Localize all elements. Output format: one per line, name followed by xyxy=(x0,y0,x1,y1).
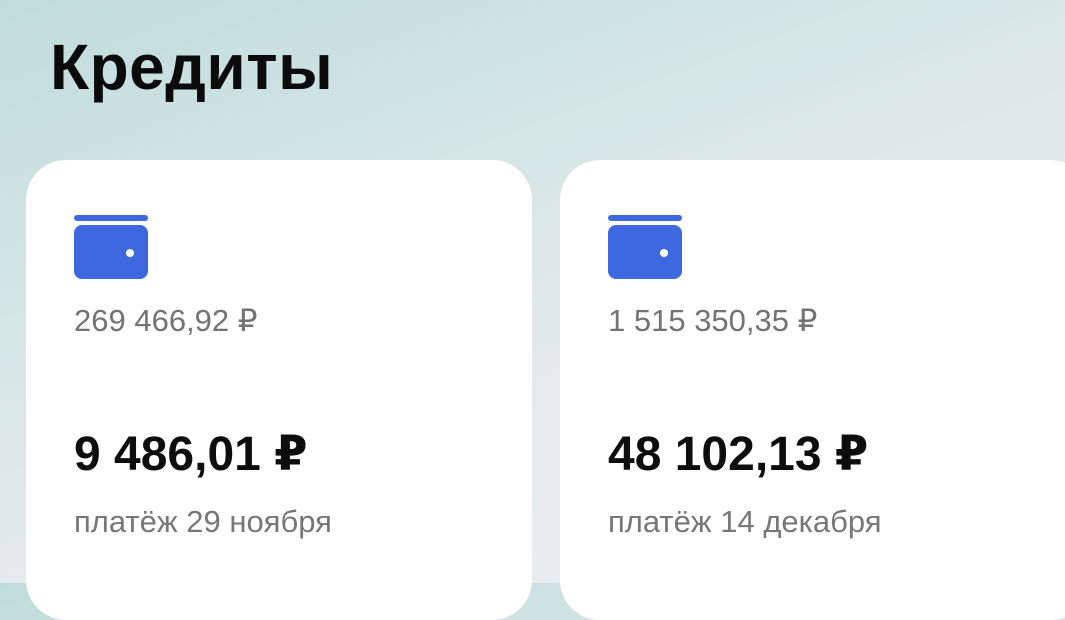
credit-card-2[interactable]: 1 515 350,35 ₽ 48 102,13 ₽ платёж 14 дек… xyxy=(560,160,1065,620)
payment-amount: 9 486,01 ₽ xyxy=(74,428,308,481)
credit-card-1[interactable]: 269 466,92 ₽ 9 486,01 ₽ платёж 29 ноября xyxy=(26,160,532,620)
credit-balance: 1 515 350,35 ₽ xyxy=(608,303,818,338)
payment-amount: 48 102,13 ₽ xyxy=(608,428,869,481)
page-title: Кредиты xyxy=(50,31,334,103)
payment-date: платёж 14 декабря xyxy=(608,504,882,539)
credit-balance: 269 466,92 ₽ xyxy=(74,303,258,338)
payment-date: платёж 29 ноября xyxy=(74,504,332,539)
wallet-icon xyxy=(74,215,148,279)
wallet-icon xyxy=(608,215,682,279)
